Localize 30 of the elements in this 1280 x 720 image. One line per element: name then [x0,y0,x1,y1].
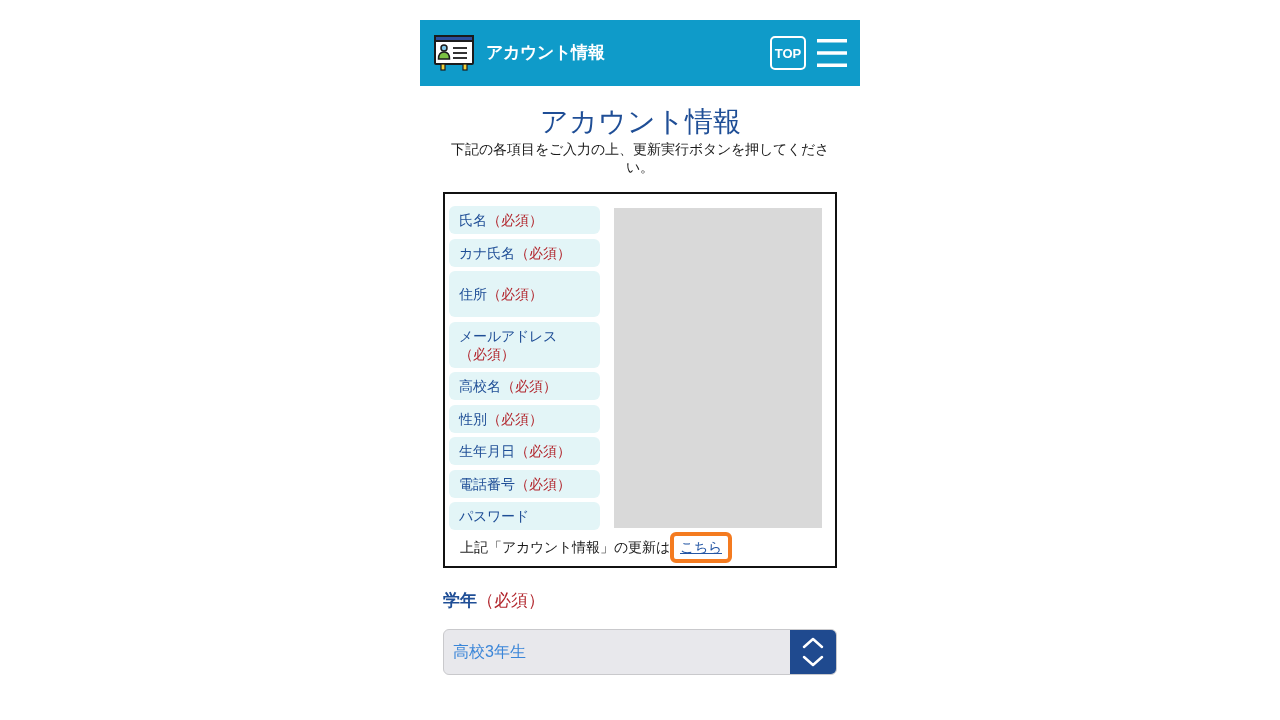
top-button[interactable]: TOP [770,36,806,70]
required-mark: （必須） [487,409,543,428]
field-label: 住所 [459,286,487,302]
field-label: パスワード [459,508,529,524]
required-mark: （必須） [477,591,545,610]
field-label: 生年月日 [459,443,515,459]
required-mark: （必須） [515,474,571,493]
required-mark: （必須） [515,442,571,460]
account-board-icon [434,35,474,71]
required-mark: （必須） [459,344,515,363]
grade-label: 学年 [443,591,477,610]
field-label: 高校名 [459,378,501,394]
menu-icon [817,39,847,67]
required-mark: （必須） [487,211,543,229]
required-mark: （必須） [487,285,543,303]
menu-button[interactable] [816,37,848,69]
field-label: カナ氏名 [459,244,515,261]
update-note-text: 上記「アカウント情報」の更新は [460,538,670,557]
field-label: 氏名 [459,212,487,228]
required-mark: （必須） [515,243,571,262]
chevron-up-down-icon [790,630,836,674]
update-link[interactable]: こちら [670,532,732,563]
grade-select[interactable]: 高校3年生 [443,629,837,675]
instructions-text: 下記の各項目をご入力の上、更新実行ボタンを押してください。 [450,141,830,177]
field-label: メールアドレス [459,327,557,344]
header-title: アカウント情報 [486,42,605,65]
field-label: 電話番号 [459,475,515,492]
required-mark: （必須） [501,377,557,395]
page-title: アカウント情報 [538,105,742,139]
field-label: 性別 [459,410,487,427]
